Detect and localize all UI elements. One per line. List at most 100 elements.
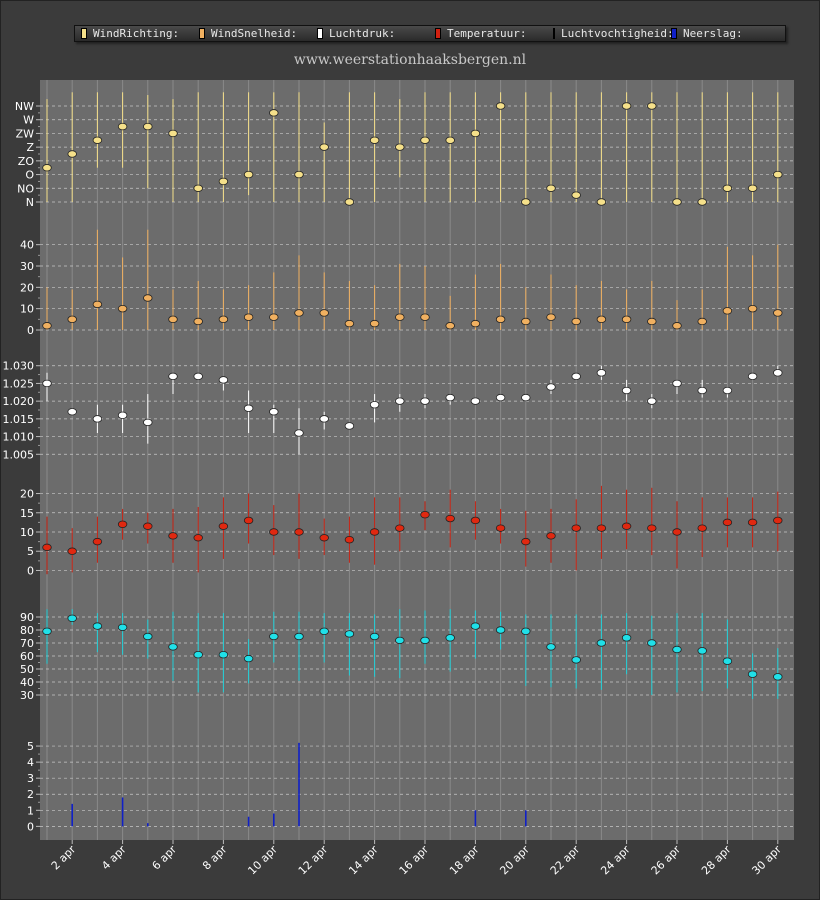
- luchtdruk-point: [319, 415, 329, 423]
- windsnelheid-point: [495, 315, 506, 324]
- temperatuur-point: [117, 520, 128, 529]
- windsnelheid-point: [117, 304, 128, 313]
- y-tick-label: O: [25, 169, 34, 182]
- y-tick-label: 15: [20, 507, 34, 520]
- windrichting-point: [42, 164, 52, 172]
- windrichting-point: [143, 122, 153, 131]
- windrichting-point: [395, 143, 405, 151]
- legend-label: WindRichting:: [93, 27, 180, 40]
- temperatuur-point: [470, 516, 481, 525]
- windrichting-point: [621, 102, 632, 110]
- y-tick-label: 90: [20, 611, 34, 624]
- y-tick-label: ZO: [18, 155, 35, 168]
- luchtvochtigheid-point: [369, 632, 380, 641]
- temperatuur-point: [269, 528, 279, 536]
- y-tick-label: 10: [20, 526, 34, 539]
- windrichting-point: [521, 198, 531, 206]
- temperatuur-point: [445, 514, 455, 523]
- windsnelheid-point: [773, 309, 783, 317]
- luchtdruk-point: [747, 372, 758, 381]
- windrichting-point: [773, 170, 783, 179]
- luchtdruk-point: [420, 397, 430, 405]
- x-tick-label: 2 apr: [49, 843, 79, 873]
- windrichting-point: [571, 191, 581, 199]
- luchtvochtigheid-point: [445, 634, 455, 642]
- luchtdruk-point: [445, 393, 455, 402]
- temperatuur-point: [773, 516, 783, 525]
- legend-item: Temperatuur:: [429, 27, 547, 40]
- legend-item: WindSnelheid:: [193, 27, 311, 40]
- luchtdruk-point: [395, 397, 405, 405]
- windsnelheid-point: [672, 322, 682, 330]
- x-tick-label: 28 apr: [699, 843, 734, 878]
- temperatuur-point: [42, 543, 52, 552]
- y-tick-label: Z: [26, 141, 34, 154]
- temperatuur-point: [92, 537, 103, 546]
- luchtdruk-point: [596, 369, 607, 377]
- windsnelheid-point: [571, 317, 581, 326]
- windrichting-point: [697, 198, 707, 206]
- y-tick-label: W: [23, 114, 34, 127]
- luchtdruk-point: [571, 372, 581, 381]
- windsnelheid-point: [722, 307, 733, 315]
- luchtvochtigheid-point: [621, 634, 632, 642]
- temperatuur-point: [647, 524, 657, 532]
- temperatuur-point: [218, 522, 229, 530]
- y-tick-label: 0: [27, 564, 34, 577]
- y-tick-label: 40: [20, 239, 34, 252]
- y-tick-label: 20: [20, 488, 34, 501]
- windsnelheid-point: [168, 315, 178, 324]
- windsnelheid-point: [395, 313, 405, 321]
- windsnelheid-point: [621, 315, 632, 324]
- luchtvochtigheid-point: [521, 627, 531, 635]
- windsnelheid-point: [344, 319, 355, 328]
- luchtdruk-point: [344, 422, 355, 430]
- x-tick-label: 8 apr: [200, 843, 230, 873]
- x-tick-label: 22 apr: [548, 843, 583, 878]
- y-tick-label: 80: [20, 624, 34, 637]
- luchtdruk-point: [672, 379, 682, 388]
- y-tick-label: 0: [27, 820, 34, 833]
- windsnelheid-point: [470, 319, 481, 328]
- windsnelheid-point: [420, 313, 430, 321]
- luchtvochtigheid-point: [319, 627, 329, 635]
- temperatuur-point: [369, 528, 380, 536]
- temperatuur-point: [546, 532, 556, 540]
- luchtvochtigheid-point: [143, 632, 153, 641]
- temperatuur-point: [67, 547, 77, 555]
- luchtvochtigheid-point: [193, 651, 203, 659]
- windrichting-point: [294, 170, 304, 179]
- windrichting-point: [672, 198, 682, 206]
- windrichting-point: [92, 136, 103, 144]
- y-tick-label: N: [26, 196, 34, 209]
- luchtdruk-point: [697, 386, 707, 395]
- windrichting-point: [168, 129, 178, 138]
- luchtvochtigheid-point: [470, 622, 481, 630]
- luchtvochtigheid-point: [168, 643, 178, 651]
- y-tick-label: 1.030: [3, 360, 35, 373]
- weather-chart: NNOOZOZZWWNW0102030401.0051.0101.0151.02…: [3, 80, 794, 878]
- y-tick-label: 10: [20, 303, 34, 316]
- luchtdruk-point: [269, 408, 279, 416]
- x-tick-label: 6 apr: [150, 843, 180, 873]
- luchtdruk-point: [193, 372, 203, 381]
- y-tick-label: ZW: [16, 127, 35, 140]
- windsnelheid-point: [445, 322, 455, 330]
- windrichting-point: [495, 102, 506, 110]
- luchtdruk-point: [42, 379, 52, 388]
- windsnelheid-point: [218, 315, 229, 324]
- y-tick-label: 20: [20, 281, 34, 294]
- plot-area: [40, 80, 794, 840]
- luchtdruk-point: [92, 415, 103, 423]
- windrichting-point: [546, 184, 556, 192]
- x-tick-label: 14 apr: [346, 843, 381, 878]
- legend-swatch: [553, 28, 555, 39]
- luchtdruk-point: [546, 383, 556, 391]
- luchtvochtigheid-point: [672, 645, 682, 654]
- temperatuur-point: [395, 524, 405, 532]
- legend-item: WindRichting:: [75, 27, 193, 40]
- luchtdruk-point: [621, 386, 632, 395]
- windrichting-point: [647, 102, 657, 110]
- x-tick-label: 20 apr: [497, 843, 532, 878]
- temperatuur-point: [621, 522, 632, 530]
